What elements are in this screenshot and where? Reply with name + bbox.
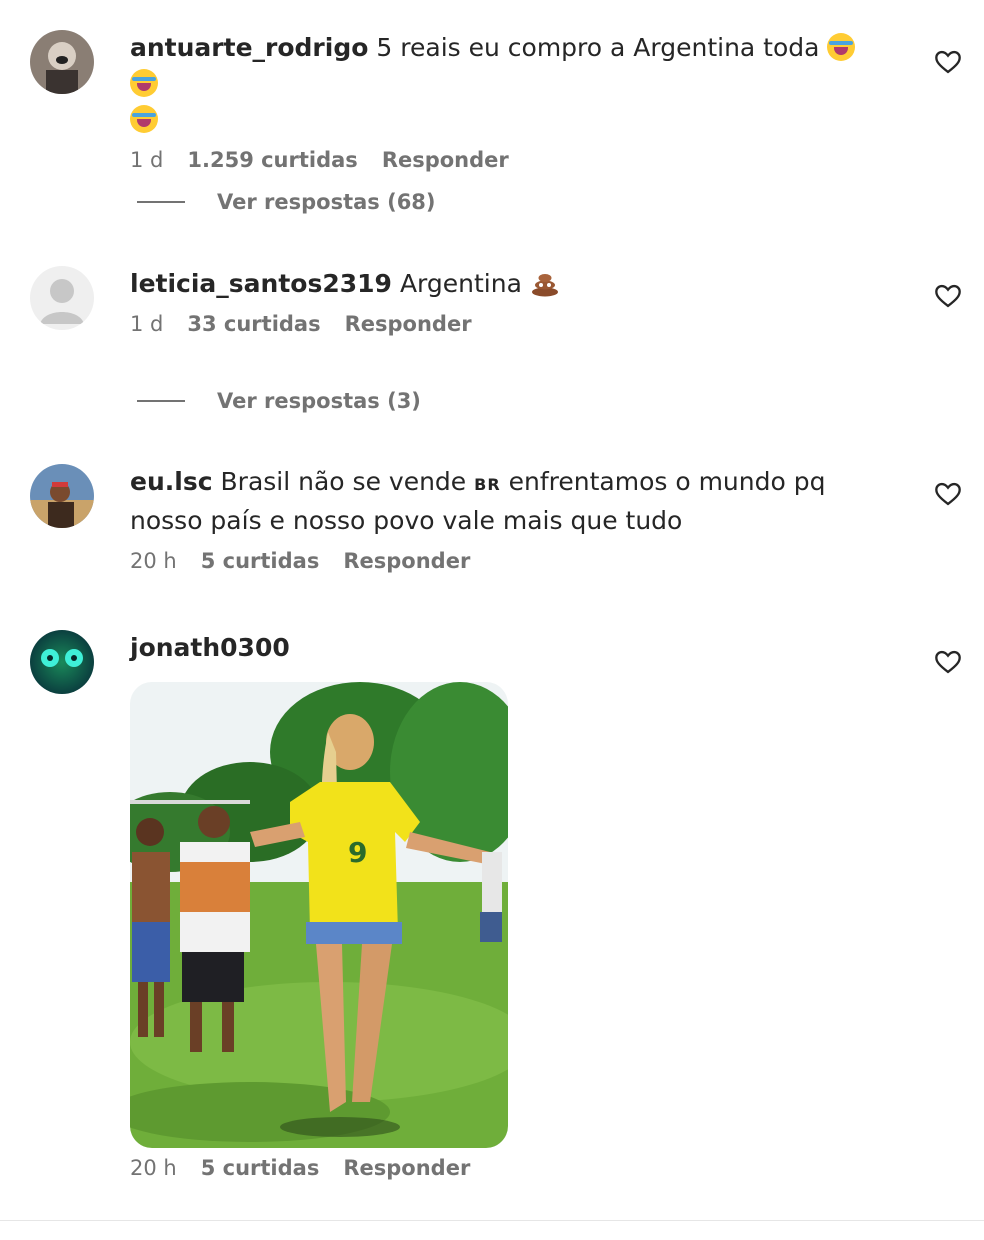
replies-divider-line	[137, 201, 185, 203]
comment-meta-wrapper: 20 h 5 curtidas Responder	[130, 1156, 890, 1180]
comment-body: 5 reais eu compro a Argentina toda	[376, 33, 820, 62]
reply-button[interactable]: Responder	[345, 312, 472, 336]
svg-text:9: 9	[348, 836, 367, 869]
comment-username[interactable]: antuarte_rodrigo	[130, 33, 368, 62]
replies-divider-line	[137, 400, 185, 402]
avatar[interactable]	[30, 30, 94, 94]
comment-likes[interactable]: 5 curtidas	[201, 549, 320, 573]
comment-likes[interactable]: 1.259 curtidas	[187, 148, 357, 172]
comment-body: Brasil não se vende	[220, 467, 467, 496]
reply-button[interactable]: Responder	[343, 1156, 470, 1180]
comment-time[interactable]: 20 h	[130, 1156, 177, 1180]
comment-photo-attachment[interactable]: 9	[130, 682, 508, 1148]
comment-username[interactable]: leticia_santos2319	[130, 269, 392, 298]
section-divider	[0, 1220, 984, 1221]
view-replies-button[interactable]: Ver respostas (68)	[137, 190, 436, 214]
comment-meta: 1 d 1.259 curtidas Responder	[130, 148, 890, 172]
avatar[interactable]	[30, 266, 94, 330]
comment-time[interactable]: 1 d	[130, 312, 163, 336]
face-with-tears-of-joy-icon	[827, 33, 856, 61]
avatar[interactable]	[30, 630, 94, 694]
heart-outline-icon[interactable]	[934, 282, 962, 310]
brazil-flag-icon: BR	[474, 475, 501, 494]
comment-text: antuarte_rodrigo 5 reais eu compro a Arge…	[130, 30, 890, 138]
comment-text: leticia_santos2319 Argentina	[130, 266, 890, 302]
face-with-tears-of-joy-icon	[130, 69, 158, 97]
reply-button[interactable]: Responder	[382, 148, 509, 172]
comment-likes[interactable]: 5 curtidas	[201, 1156, 320, 1180]
pile-of-poo-icon	[531, 274, 558, 297]
comment-username[interactable]: eu.lsc	[130, 467, 213, 496]
face-with-tears-of-joy-icon	[130, 105, 158, 133]
heart-outline-icon[interactable]	[934, 648, 962, 676]
view-replies-label: Ver respostas (3)	[217, 389, 421, 413]
comment-meta: 20 h 5 curtidas Responder	[130, 549, 890, 573]
comment-time[interactable]: 20 h	[130, 549, 177, 573]
comment-text: eu.lsc Brasil não se vende BR enfrentamos…	[130, 464, 890, 539]
comment-body: Argentina	[399, 269, 522, 298]
comment-meta: 1 d 33 curtidas Responder	[130, 312, 890, 336]
view-replies-label: Ver respostas (68)	[217, 190, 436, 214]
view-replies-button[interactable]: Ver respostas (3)	[137, 389, 421, 413]
comment-time[interactable]: 1 d	[130, 148, 163, 172]
comment-likes[interactable]: 33 curtidas	[187, 312, 320, 336]
comment-username[interactable]: jonath0300	[130, 633, 290, 662]
avatar[interactable]	[30, 464, 94, 528]
comment-meta: 20 h 5 curtidas Responder	[130, 1156, 890, 1180]
heart-outline-icon[interactable]	[934, 480, 962, 508]
reply-button[interactable]: Responder	[343, 549, 470, 573]
comment-text: jonath0300	[130, 630, 890, 666]
heart-outline-icon[interactable]	[934, 48, 962, 76]
